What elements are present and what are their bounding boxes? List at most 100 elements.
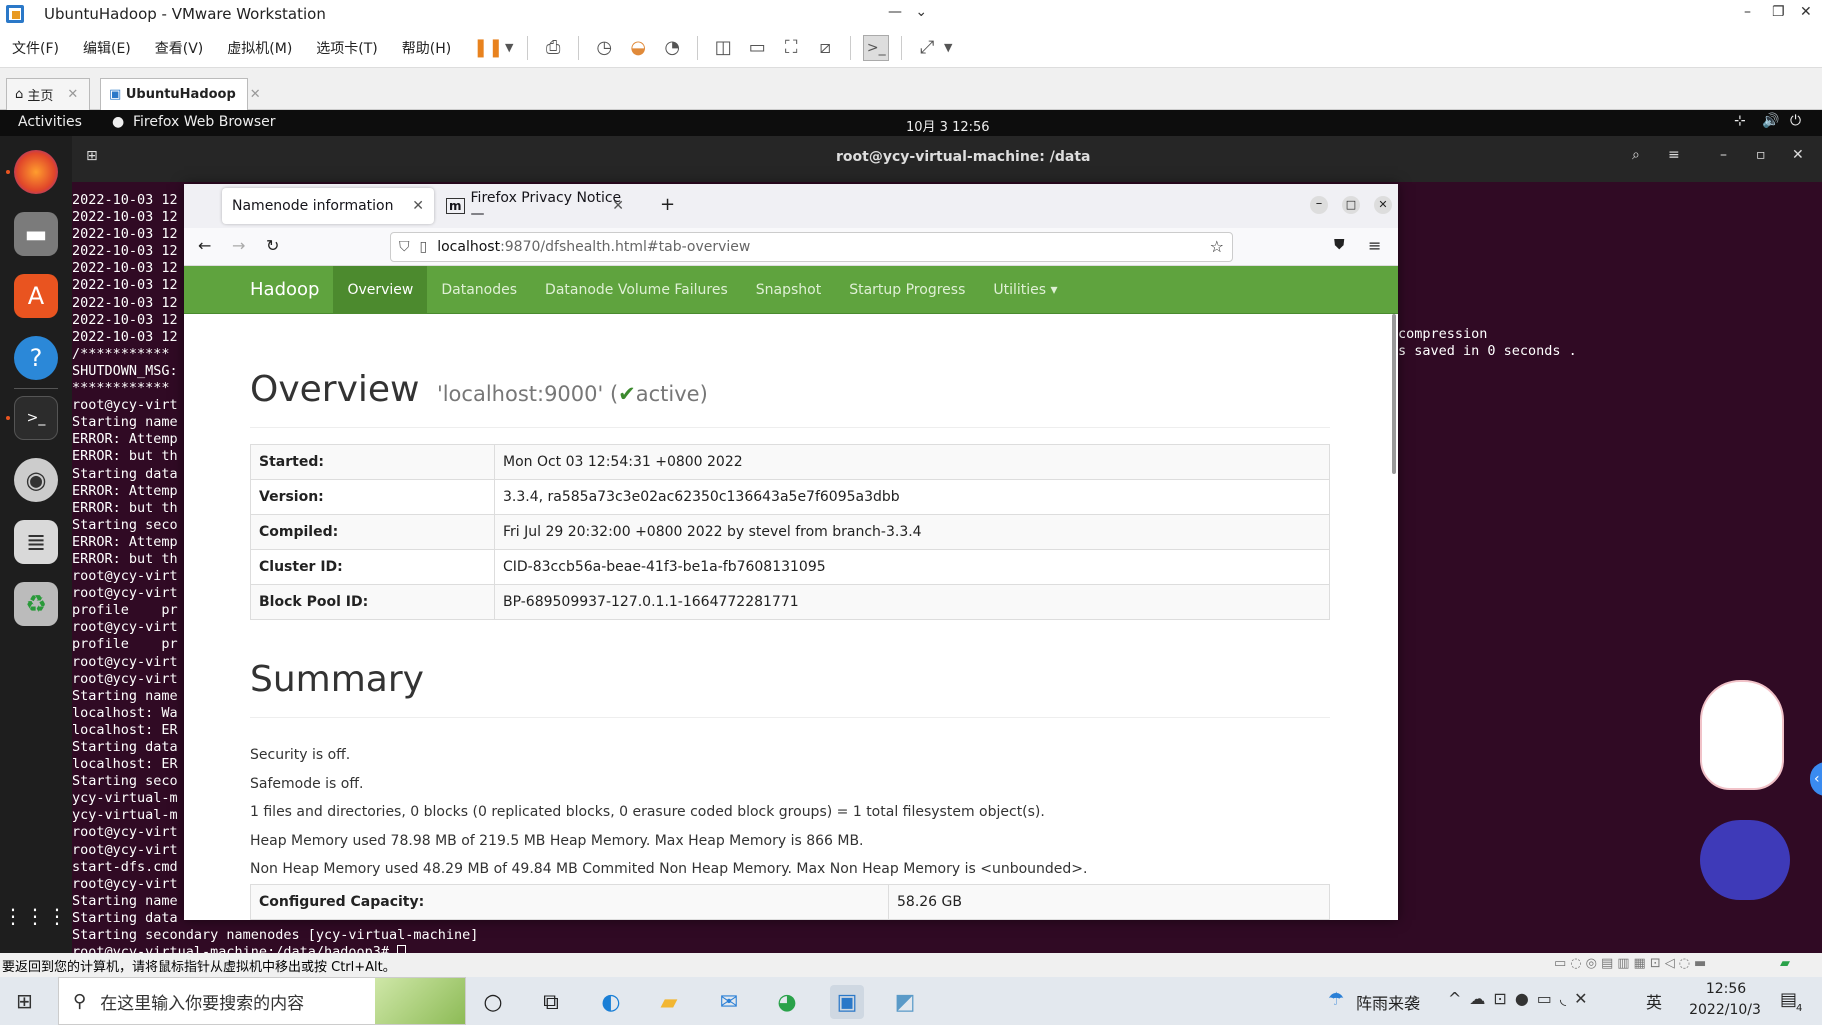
unity-icon[interactable]: ⧄ xyxy=(812,35,838,61)
close-icon[interactable]: ✕ xyxy=(1800,4,1812,20)
help-icon[interactable]: ? xyxy=(14,336,58,380)
edge-icon[interactable]: ◐ xyxy=(594,985,628,1019)
minimize-icon[interactable]: – xyxy=(1720,147,1727,163)
file-explorer-icon[interactable]: ▰ xyxy=(652,985,686,1019)
close-tab-icon[interactable]: ✕ xyxy=(412,198,424,214)
close-tab-icon[interactable]: ✕ xyxy=(67,87,78,102)
menu-help[interactable]: 帮助(H) xyxy=(390,38,463,58)
pause-dropdown-icon[interactable]: ▼ xyxy=(503,35,515,61)
device-status-icons[interactable]: ▭◌◎▤▥▦⊡◁◌▬ xyxy=(1554,956,1710,971)
app-menu[interactable]: Firefox Web Browser xyxy=(133,114,276,130)
page-icon[interactable]: ▯ xyxy=(420,239,428,255)
pause-icon[interactable]: ❚❚ xyxy=(473,35,503,61)
minimize-icon[interactable]: – xyxy=(1310,196,1328,214)
shield-icon[interactable]: ⛉ xyxy=(399,239,410,255)
cortana-icon[interactable]: ○ xyxy=(476,985,510,1019)
hadoop-brand[interactable]: Hadoop xyxy=(184,279,333,300)
text-editor-icon[interactable]: ≣ xyxy=(14,520,58,564)
vmware-taskbar-icon[interactable]: ▣ xyxy=(830,985,864,1019)
page-scrollbar[interactable] xyxy=(1392,314,1396,474)
ime-indicator[interactable]: 英 xyxy=(1646,989,1662,1013)
menu-file[interactable]: 文件(F) xyxy=(0,38,71,58)
forward-icon[interactable]: → xyxy=(232,236,245,255)
overview-heading: Overview 'localhost:9000' (✔active) xyxy=(250,369,708,410)
taskbar-time[interactable]: 12:56 xyxy=(1696,981,1756,997)
activities-button[interactable]: Activities xyxy=(18,114,82,130)
firefox-icon[interactable] xyxy=(14,150,58,194)
minimize-icon[interactable]: – xyxy=(1744,4,1751,20)
bookmark-star-icon[interactable]: ☆ xyxy=(1210,237,1224,256)
stretch-dropdown-icon[interactable]: ▼ xyxy=(942,35,954,61)
close-icon[interactable]: ✕ xyxy=(1792,147,1804,163)
pocket-icon[interactable]: ⛊ xyxy=(1334,237,1345,253)
url-bar[interactable]: ⛉ ▯ localhost:9870/dfshealth.html#tab-ov… xyxy=(390,232,1233,262)
close-tab-icon[interactable]: ✕ xyxy=(250,87,261,102)
tab-namenode-information[interactable]: Namenode information ✕ xyxy=(222,188,434,224)
mascot-sticker[interactable] xyxy=(1700,680,1784,790)
tab-home[interactable]: ⌂ 主页 ✕ xyxy=(6,78,90,110)
app-menu-icon[interactable]: ≡ xyxy=(1368,236,1381,255)
menu-edit[interactable]: 编辑(E) xyxy=(71,38,143,58)
tray-icons[interactable]: ^☁⊡●▭◟✕ xyxy=(1448,989,1596,1008)
taskbar-search[interactable]: ⚲ 在这里输入你要搜索的内容 xyxy=(58,977,466,1025)
weather-icon[interactable]: ☂ xyxy=(1328,989,1344,1010)
close-tab-icon[interactable]: ✕ xyxy=(612,198,624,214)
reload-icon[interactable]: ↻ xyxy=(266,236,279,255)
hamburger-menu-icon[interactable]: ≡ xyxy=(1668,147,1680,163)
windows-start-icon[interactable]: ⊞ xyxy=(16,989,33,1013)
power-icon[interactable]: ⏻ xyxy=(1790,113,1801,129)
dock-separator xyxy=(14,388,58,389)
close-icon[interactable]: ✕ xyxy=(1374,196,1392,214)
terminal-icon[interactable]: >_ xyxy=(14,396,58,440)
nav-utilities-dropdown[interactable]: Utilities ▾ xyxy=(979,266,1071,314)
mail-icon[interactable]: ✉ xyxy=(712,985,746,1019)
nav-startup-progress[interactable]: Startup Progress xyxy=(835,266,979,314)
show-apps-icon[interactable]: ⋮⋮⋮ xyxy=(3,894,67,938)
maximize-icon[interactable]: □ xyxy=(1342,196,1360,214)
assistant-robot-icon[interactable] xyxy=(1700,820,1790,900)
restore-icon[interactable]: ❐ xyxy=(1772,4,1785,20)
menu-tabs[interactable]: 选项卡(T) xyxy=(304,38,389,58)
menu-view[interactable]: 查看(V) xyxy=(143,38,216,58)
fullscreen-icon[interactable]: ⛶ xyxy=(778,35,804,61)
tab-ubuntuhadoop[interactable]: ▣ UbuntuHadoop ✕ xyxy=(100,78,261,110)
taskbar-date[interactable]: 2022/10/3 xyxy=(1680,1002,1770,1018)
send-ctrl-alt-del-icon[interactable]: ⎙ xyxy=(540,35,566,61)
disc-icon[interactable]: ◉ xyxy=(14,458,58,502)
page-content[interactable]: Overview 'localhost:9000' (✔active) Star… xyxy=(184,314,1398,920)
stretch-icon[interactable]: ⤢ xyxy=(914,35,940,61)
nav-snapshot[interactable]: Snapshot xyxy=(742,266,835,314)
clock[interactable]: 10月 3 12:56 xyxy=(906,116,990,135)
volume-icon[interactable]: 🔊 xyxy=(1762,113,1779,129)
firefox-window[interactable]: Namenode information ✕ m Firefox Privacy… xyxy=(184,184,1398,920)
library-icon[interactable]: ◫ xyxy=(710,35,736,61)
nav-overview[interactable]: Overview xyxy=(333,265,428,314)
console-view-icon[interactable]: >_ xyxy=(863,34,890,61)
new-tab-icon[interactable]: + xyxy=(660,194,675,215)
wechat-icon[interactable]: ◕ xyxy=(770,985,804,1019)
minimize-dropdown-icon[interactable]: — ⌄ xyxy=(888,4,927,20)
back-icon[interactable]: ← xyxy=(198,236,211,255)
message-log-icon[interactable]: ▰ xyxy=(1780,956,1790,971)
vm-icon: ▣ xyxy=(109,87,122,102)
app-taskbar-icon[interactable]: ◩ xyxy=(888,985,922,1019)
new-tab-icon[interactable]: ⊞ xyxy=(86,148,98,164)
nav-datanodes[interactable]: Datanodes xyxy=(427,266,531,314)
snapshot-manager-icon[interactable]: ◔ xyxy=(659,35,685,61)
search-icon[interactable]: ⌕ xyxy=(1632,147,1640,163)
snapshot-icon[interactable]: ◷ xyxy=(591,35,617,61)
files-icon[interactable]: ▬ xyxy=(14,212,58,256)
thumbnail-icon[interactable]: ▭ xyxy=(744,35,770,61)
trash-icon[interactable]: ♻ xyxy=(14,582,58,626)
guest-desktop[interactable]: Activities ● Firefox Web Browser 10月 3 1… xyxy=(0,110,1822,953)
task-view-icon[interactable]: ⧉ xyxy=(534,985,568,1019)
weather-text[interactable]: 阵雨来袭 xyxy=(1356,990,1420,1014)
tab-privacy-notice[interactable]: m Firefox Privacy Notice — ✕ xyxy=(436,188,632,224)
nav-datanode-volume-failures[interactable]: Datanode Volume Failures xyxy=(531,266,742,314)
software-icon[interactable]: A xyxy=(14,274,58,318)
notification-center-icon[interactable]: ▤ xyxy=(1780,989,1797,1010)
maximize-icon[interactable]: ▫ xyxy=(1756,147,1766,163)
network-icon[interactable]: ⊹ xyxy=(1734,113,1746,129)
revert-snapshot-icon[interactable]: ◒ xyxy=(625,35,651,61)
menu-vm[interactable]: 虚拟机(M) xyxy=(215,38,304,58)
